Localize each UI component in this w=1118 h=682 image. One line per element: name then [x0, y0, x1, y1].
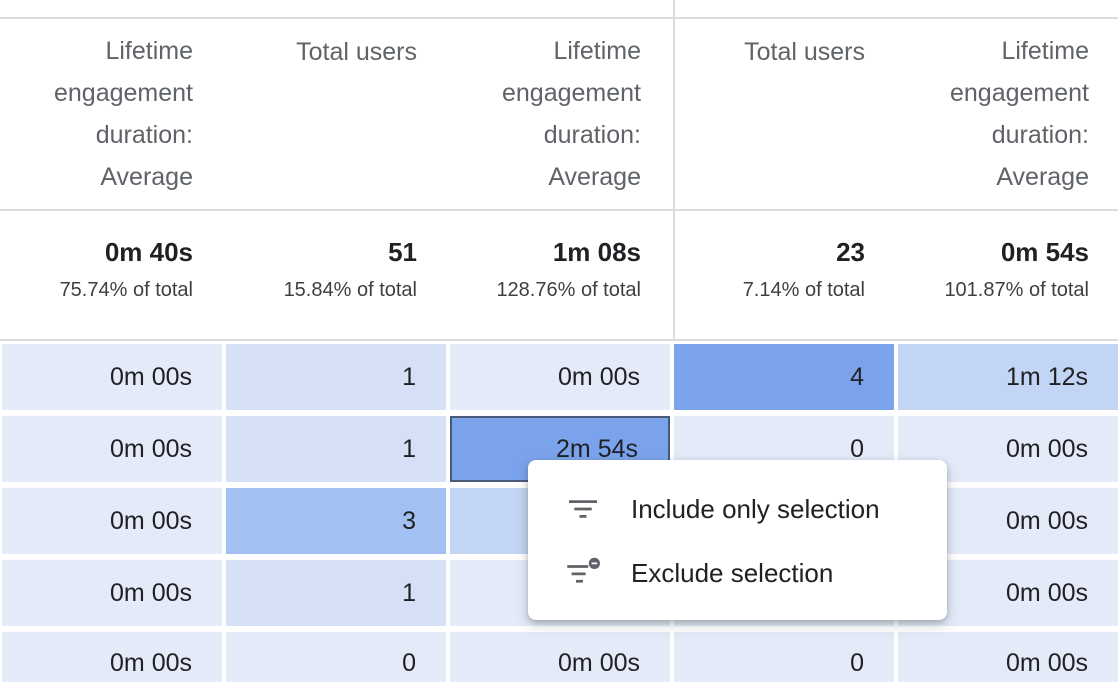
total-cell: 1m 08s 128.76% of total	[431, 232, 641, 306]
table-cell[interactable]: 1m 12s	[898, 344, 1118, 410]
table-cell[interactable]: 0m 00s	[450, 344, 670, 410]
table-cell[interactable]: 0m 00s	[2, 416, 222, 482]
context-menu: Include only selection Exclude selection	[528, 460, 947, 620]
include-only-selection-label: Include only selection	[631, 493, 880, 524]
column-header-engagement-1[interactable]: Lifetime engagement duration: Average	[0, 30, 193, 200]
column-header-total-users-2[interactable]: Total users	[665, 30, 865, 200]
total-cell: 0m 54s 101.87% of total	[879, 232, 1089, 306]
table-cell[interactable]: 3	[226, 488, 446, 554]
total-percent: 128.76% of total	[496, 279, 641, 301]
total-cell: 51 15.84% of total	[207, 232, 417, 306]
total-percent: 15.84% of total	[283, 279, 417, 301]
table-cell[interactable]: 1	[226, 560, 446, 626]
totals-divider	[0, 339, 1118, 341]
column-header-engagement-3[interactable]: Lifetime engagement duration: Average	[889, 30, 1089, 200]
table-cell[interactable]: 0m 00s	[898, 632, 1118, 682]
column-header-total-users-1[interactable]: Total users	[217, 30, 417, 200]
total-value: 0m 54s	[1000, 237, 1089, 267]
total-cell: 0m 40s 75.74% of total	[0, 232, 193, 306]
table-cell[interactable]: 0	[226, 632, 446, 682]
table-cell[interactable]: 0m 00s	[2, 344, 222, 410]
table-cell[interactable]: 0m 00s	[2, 488, 222, 554]
total-value: 0m 40s	[104, 237, 193, 267]
include-only-selection-item[interactable]: Include only selection	[528, 477, 947, 541]
total-percent: 101.87% of total	[944, 279, 1089, 301]
table-cell[interactable]: 0m 00s	[2, 560, 222, 626]
table-cell[interactable]: 0m 00s	[450, 632, 670, 682]
table-cell[interactable]: 0m 00s	[2, 632, 222, 682]
filter-icon	[569, 500, 597, 518]
table-cell[interactable]: 4	[674, 344, 894, 410]
filter-remove-icon	[567, 557, 600, 583]
total-percent: 75.74% of total	[59, 279, 193, 301]
total-value: 51	[388, 237, 417, 267]
table-cell[interactable]: 1	[226, 416, 446, 482]
total-value: 1m 08s	[552, 237, 641, 267]
total-percent: 7.14% of total	[742, 279, 865, 301]
column-header-engagement-2[interactable]: Lifetime engagement duration: Average	[441, 30, 641, 200]
total-cell: 23 7.14% of total	[655, 232, 865, 306]
header-bottom-divider	[0, 209, 1118, 211]
exclude-selection-label: Exclude selection	[631, 557, 834, 588]
table-cell[interactable]: 1	[226, 344, 446, 410]
table-cell[interactable]: 0	[674, 632, 894, 682]
exclude-selection-item[interactable]: Exclude selection	[528, 541, 947, 605]
header-top-divider	[0, 17, 1118, 19]
total-value: 23	[836, 237, 865, 267]
